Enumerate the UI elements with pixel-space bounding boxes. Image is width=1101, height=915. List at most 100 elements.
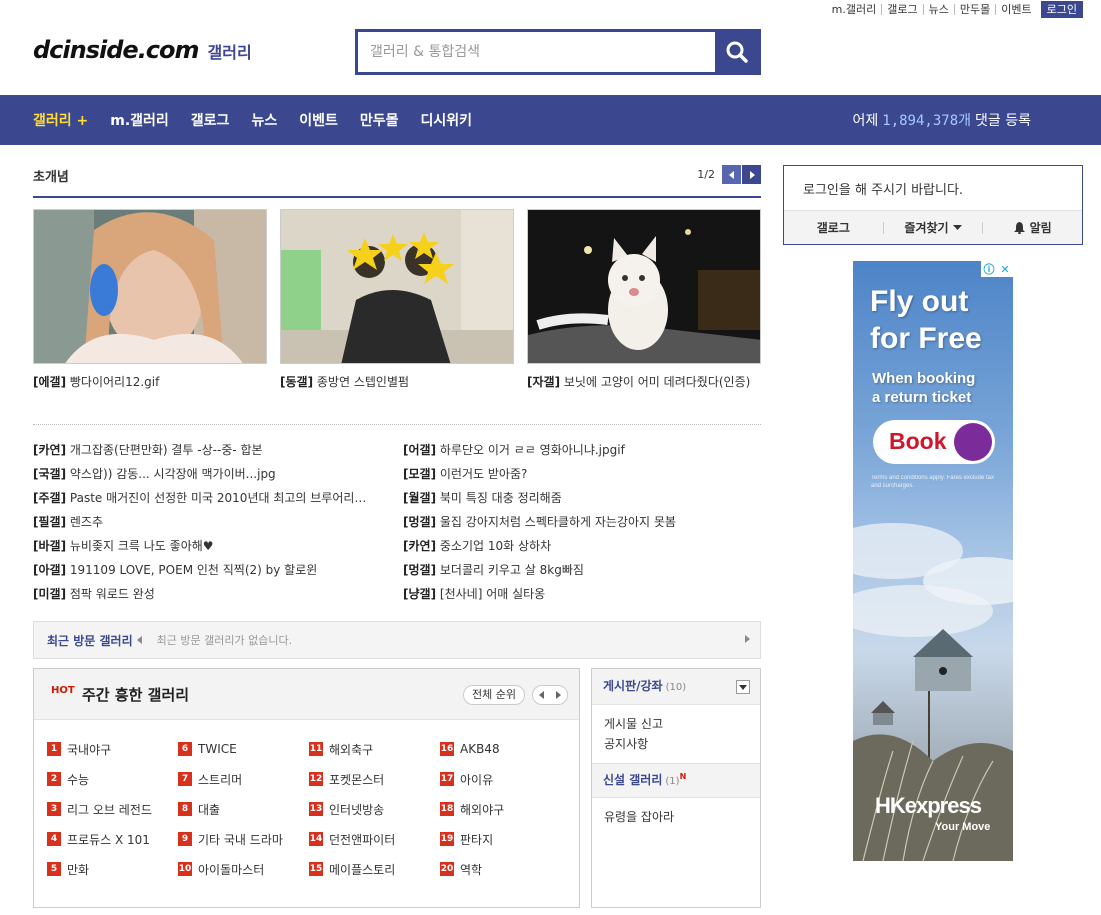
ranking-item[interactable]: 11 해외축구	[309, 741, 440, 757]
ranking-item[interactable]: 2 수능	[47, 771, 178, 787]
nav-item-gallog[interactable]: 갤로그	[191, 110, 230, 130]
gallery-name[interactable]: TWICE	[198, 742, 237, 756]
list-item[interactable]: [아갤] 191109 LOVE, POEM 인천 직찍(2) by 할로윈	[33, 560, 393, 584]
ranking-item[interactable]: 7 스트리머	[178, 771, 309, 787]
nav-item-wiki[interactable]: 디시위키	[420, 110, 472, 130]
list-item[interactable]: [냥갤] [천사네] 어매 실타옹	[403, 584, 763, 608]
ranking-item[interactable]: 8 대출	[178, 801, 309, 817]
list-title[interactable]: 북미 특징 대충 정리해줌	[440, 491, 562, 505]
prev-page-button[interactable]	[722, 165, 741, 184]
next-page-button[interactable]	[742, 165, 761, 184]
list-title[interactable]: 중소기업 10화 상하차	[440, 539, 551, 553]
list-item[interactable]: [멍갤] 보더콜리 키우고 살 8kg빠짐	[403, 560, 763, 584]
ranking-item[interactable]: 18 해외야구	[440, 801, 571, 817]
list-title[interactable]: 약스압)) 감동... 시각장애 맥가이버...jpg	[70, 467, 276, 481]
ad-info[interactable]: ⓘ ✕	[981, 261, 1013, 277]
list-item[interactable]: [바갤] 뉴비좆지 크륵 나도 좋아해♥	[33, 536, 393, 560]
nav-item-mall[interactable]: 만두몰	[360, 110, 399, 130]
caret-right-icon[interactable]	[745, 635, 751, 643]
nav-item-event[interactable]: 이벤트	[299, 110, 338, 130]
ad-banner[interactable]: ⓘ ✕ Fly out for Free When booking a retu…	[853, 261, 1013, 861]
gallery-name[interactable]: 던전앤파이터	[329, 831, 395, 848]
ranking-item[interactable]: 9 기타 국내 드라마	[178, 831, 309, 847]
thumb-image[interactable]	[280, 209, 514, 364]
list-item[interactable]: [어갤] 하루단오 이거 ㄹㄹ 영화아니냐.jpgif	[403, 440, 763, 464]
gallery-name[interactable]: 판타지	[460, 831, 493, 848]
recent-title[interactable]: 최근 방문 갤러리	[47, 632, 133, 649]
board-item-report[interactable]: 게시물 신고	[604, 714, 748, 734]
list-item[interactable]: [카연] 개그잡종(단편만화) 결투 -상--중- 합본	[33, 440, 393, 464]
board-title[interactable]: 게시판/강좌	[603, 679, 663, 693]
favorites-button[interactable]: 즐겨찾기	[884, 219, 983, 236]
list-title[interactable]: [천사네] 어매 실타옹	[440, 587, 545, 601]
gallery-name[interactable]: 리그 오브 레전드	[67, 801, 152, 818]
ranking-item[interactable]: 20 역학	[440, 861, 571, 877]
nav-item-m-gallery[interactable]: m.갤러리	[110, 110, 169, 130]
logo[interactable]: dcinside.com 갤러리	[33, 36, 252, 64]
gallery-name[interactable]: 해외야구	[460, 801, 504, 818]
login-message[interactable]: 로그인을 해 주시기 바랍니다.	[803, 179, 963, 198]
ranking-item[interactable]: 6 TWICE	[178, 741, 309, 757]
gallog-button[interactable]: 갤로그	[784, 219, 883, 236]
ranking-item[interactable]: 10 아이돌마스터	[178, 861, 309, 877]
ranking-item[interactable]: 14 던전앤파이터	[309, 831, 440, 847]
list-title[interactable]: 렌즈추	[70, 515, 103, 529]
list-item[interactable]: [월갤] 북미 특징 대충 정리해줌	[403, 488, 763, 512]
caret-right-icon[interactable]	[555, 691, 562, 699]
thumb-item[interactable]: [자갤] 보닛에 고양이 어미 데려다줬다(인증)	[527, 209, 761, 391]
util-link-mall[interactable]: 만두몰	[953, 3, 995, 15]
util-link-event[interactable]: 이벤트	[995, 3, 1036, 15]
ranking-item[interactable]: 19 판타지	[440, 831, 571, 847]
caret-left-icon[interactable]	[538, 691, 545, 699]
ranking-item[interactable]: 17 아이유	[440, 771, 571, 787]
ranking-item[interactable]: 1 국내야구	[47, 741, 178, 757]
list-item[interactable]: [멍갤] 울집 강아지처럼 스펙타클하게 자는강아지 못봄	[403, 512, 763, 536]
ranking-item[interactable]: 12 포켓몬스터	[309, 771, 440, 787]
ranking-item[interactable]: 16 AKB48	[440, 741, 571, 757]
gallery-name[interactable]: 인터넷방송	[329, 801, 384, 818]
board-dropdown-button[interactable]	[736, 680, 750, 694]
ad-close-icon[interactable]: ✕	[997, 261, 1013, 277]
ranking-item[interactable]: 15 메이플스토리	[309, 861, 440, 877]
list-title[interactable]: 하루단오 이거 ㄹㄹ 영화아니냐.jpgif	[440, 443, 625, 457]
gallery-name[interactable]: 수능	[67, 771, 89, 788]
gallery-name[interactable]: 아이돌마스터	[198, 861, 264, 878]
gallery-name[interactable]: 역학	[460, 861, 482, 878]
gallery-name[interactable]: 대출	[198, 801, 220, 818]
gallery-name[interactable]: 기타 국내 드라마	[198, 831, 283, 848]
util-link-m-gallery[interactable]: m.갤러리	[827, 4, 882, 15]
login-button[interactable]: 로그인	[1040, 0, 1083, 18]
thumb-title[interactable]: 종방연 스텝인별펌	[317, 375, 409, 389]
list-title[interactable]: 이런거도 받아줌?	[440, 467, 527, 481]
list-item[interactable]: [국갤] 약스압)) 감동... 시각장애 맥가이버...jpg	[33, 464, 393, 488]
gallery-name[interactable]: 포켓몬스터	[329, 771, 384, 788]
list-item[interactable]: [카연] 중소기업 10화 상하차	[403, 536, 763, 560]
caret-left-icon[interactable]	[136, 636, 143, 644]
thumb-item[interactable]: [에갤] 빵다이어리12.gif	[33, 209, 267, 391]
thumb-image[interactable]	[527, 209, 761, 364]
ranking-item[interactable]: 3 리그 오브 레전드	[47, 801, 178, 817]
ranking-item[interactable]: 13 인터넷방송	[309, 801, 440, 817]
ad-book-button[interactable]: Book	[873, 420, 995, 464]
thumb-image[interactable]	[33, 209, 267, 364]
thumb-title[interactable]: 보닛에 고양이 어미 데려다줬다(인증)	[564, 375, 750, 389]
nav-item-gallery[interactable]: 갤러리 +	[33, 110, 88, 130]
gallery-name[interactable]: 국내야구	[67, 741, 111, 758]
list-item[interactable]: [주갤] Paste 매거진이 선정한 미국 2010년대 최고의 브루어리…	[33, 488, 393, 512]
search-input[interactable]	[358, 32, 715, 72]
nav-item-news[interactable]: 뉴스	[251, 110, 277, 130]
new-gallery-title[interactable]: 신설 갤러리	[603, 773, 662, 787]
list-title[interactable]: 점팍 워로드 완성	[70, 587, 155, 601]
search-button[interactable]	[715, 32, 758, 72]
gallery-name[interactable]: 만화	[67, 861, 89, 878]
thumb-item[interactable]: [동갤] 종방연 스텝인별펌	[280, 209, 514, 391]
util-link-news[interactable]: 뉴스	[922, 3, 954, 15]
list-title[interactable]: 191109 LOVE, POEM 인천 직찍(2) by 할로윈	[70, 563, 317, 577]
list-item[interactable]: [모갤] 이런거도 받아줌?	[403, 464, 763, 488]
notification-button[interactable]: 알림	[983, 219, 1082, 236]
util-link-gallog[interactable]: 갤로그	[881, 3, 922, 15]
ranking-item[interactable]: 4 프로듀스 X 101	[47, 831, 178, 847]
board-item-notice[interactable]: 공지사항	[604, 734, 748, 754]
ranking-item[interactable]: 5 만화	[47, 861, 178, 877]
gallery-name[interactable]: 아이유	[460, 771, 493, 788]
